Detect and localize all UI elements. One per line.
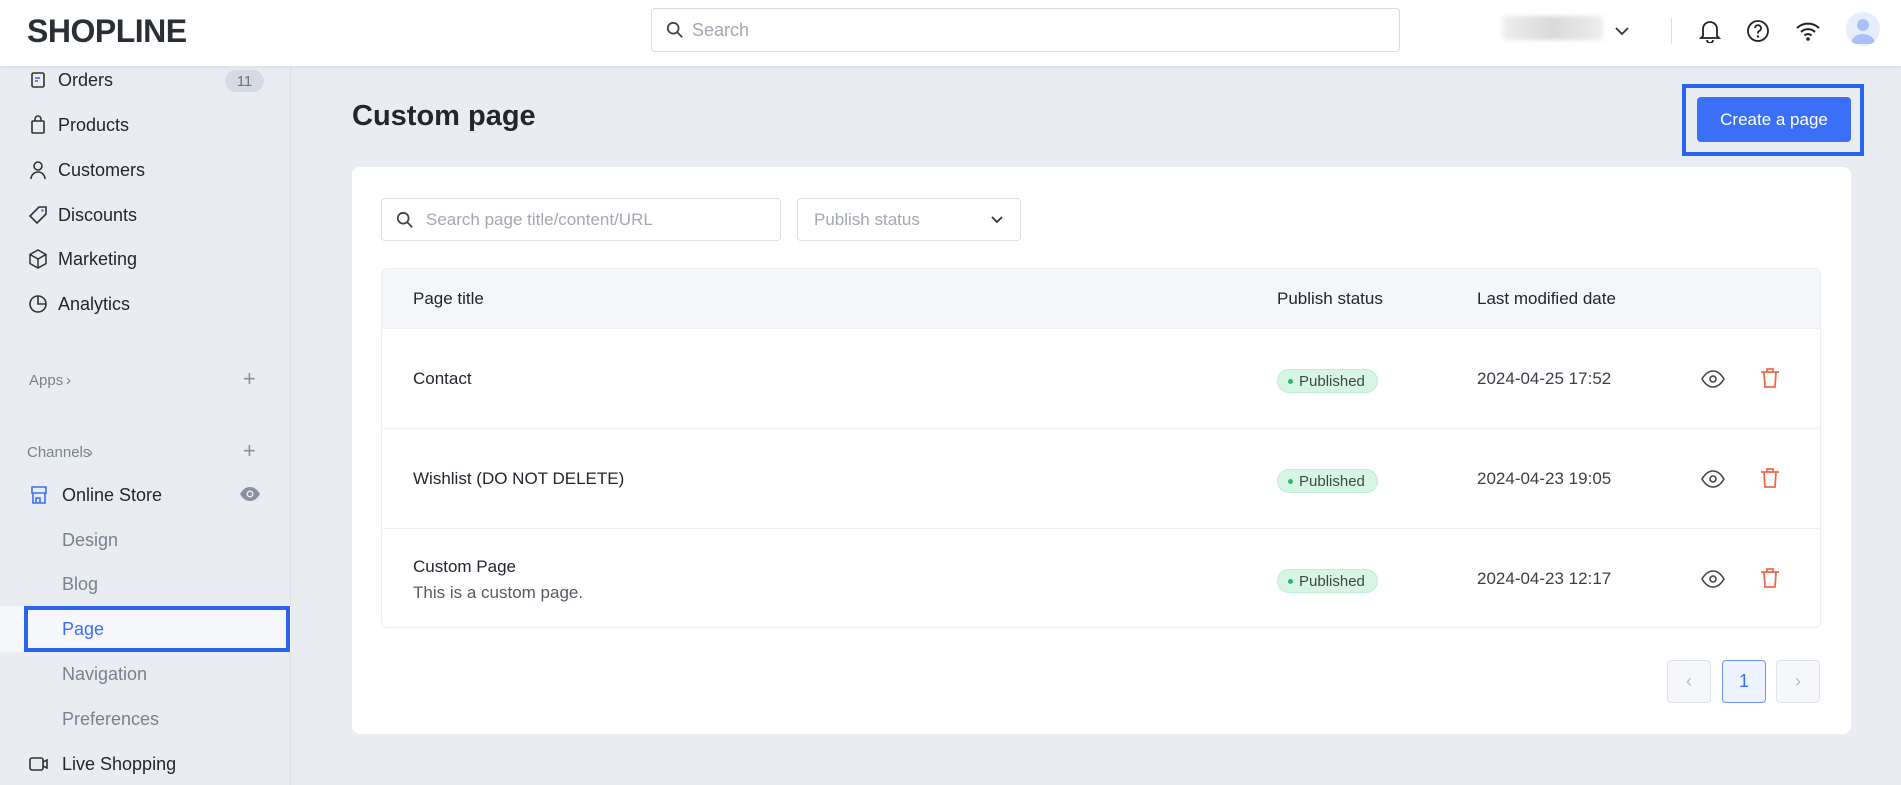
bell-icon[interactable]: [1696, 17, 1724, 45]
date-cell: 2024-04-25 17:52: [1477, 369, 1612, 388]
chevron-right-icon: ›: [66, 371, 71, 389]
publish-status-select[interactable]: Publish status: [797, 198, 1021, 241]
page-search-input[interactable]: Search page title/content/URL: [381, 198, 781, 241]
sidebar-item-products[interactable]: Products: [0, 107, 291, 143]
chevron-right-icon: ›: [88, 443, 93, 461]
video-camera-icon: [28, 753, 50, 775]
sidebar-subitem-navigation[interactable]: Navigation: [0, 656, 291, 692]
view-store-eye-icon[interactable]: [239, 486, 261, 507]
sidebar-item-customers[interactable]: Customers: [0, 152, 291, 188]
pie-chart-icon: [27, 293, 49, 315]
date-cell: 2024-04-23 12:17: [1477, 569, 1612, 588]
sidebar-subitem-design[interactable]: Design: [0, 522, 291, 558]
user-icon: [27, 159, 49, 181]
page-title: Custom page: [352, 100, 536, 132]
preview-eye-icon[interactable]: [1701, 470, 1725, 493]
user-avatar[interactable]: [1846, 12, 1880, 46]
orders-icon: [27, 69, 49, 91]
delete-trash-icon[interactable]: [1760, 367, 1780, 394]
preview-eye-icon[interactable]: [1701, 570, 1725, 593]
page-title-cell[interactable]: Custom Page: [413, 557, 516, 577]
top-header: SHOPLINE Search: [0, 0, 1901, 67]
shopline-logo[interactable]: SHOPLINE: [27, 13, 187, 50]
pagination-next-button[interactable]: ›: [1776, 660, 1820, 703]
delete-trash-icon[interactable]: [1760, 567, 1780, 594]
table-row[interactable]: Custom Page This is a custom page. Publi…: [382, 528, 1820, 627]
header-divider: [1671, 18, 1672, 44]
add-channel-button[interactable]: +: [243, 438, 256, 464]
pages-table: Page title Publish status Last modified …: [381, 268, 1821, 628]
wifi-icon[interactable]: [1794, 17, 1822, 45]
table-header: Page title Publish status Last modified …: [382, 269, 1820, 328]
add-app-button[interactable]: +: [243, 366, 256, 392]
tag-icon: [27, 204, 49, 226]
sidebar-item-analytics[interactable]: Analytics: [0, 286, 291, 322]
sidebar-subitem-blog[interactable]: Blog: [0, 566, 291, 602]
page-title-cell[interactable]: Wishlist (DO NOT DELETE): [413, 469, 624, 489]
help-icon[interactable]: [1744, 17, 1772, 45]
column-header-status: Publish status: [1277, 289, 1383, 308]
chevron-down-icon: [991, 216, 1003, 224]
orders-count-badge: 11: [225, 70, 264, 92]
shopping-bag-icon: [27, 114, 49, 136]
page-title-cell[interactable]: Contact: [413, 369, 472, 389]
highlight-box: [24, 606, 290, 652]
pagination-prev-button[interactable]: ‹: [1667, 660, 1711, 703]
column-header-date: Last modified date: [1477, 289, 1616, 308]
table-row[interactable]: Contact Published 2024-04-25 17:52: [382, 328, 1820, 428]
status-badge: Published: [1277, 569, 1378, 593]
store-icon: [28, 484, 50, 506]
cube-icon: [27, 248, 49, 270]
chevron-down-icon[interactable]: [1608, 17, 1636, 45]
sidebar-subitem-preferences[interactable]: Preferences: [0, 701, 291, 737]
status-badge: Published: [1277, 369, 1378, 393]
store-switcher[interactable]: [1503, 16, 1603, 40]
date-cell: 2024-04-23 19:05: [1477, 469, 1612, 488]
search-icon: [396, 211, 413, 228]
search-icon: [666, 21, 683, 38]
status-badge: Published: [1277, 469, 1378, 493]
sidebar-item-discounts[interactable]: Discounts: [0, 197, 291, 233]
table-row[interactable]: Wishlist (DO NOT DELETE) Published 2024-…: [382, 428, 1820, 528]
page-subtitle: This is a custom page.: [413, 583, 584, 602]
global-search-input[interactable]: Search: [651, 8, 1400, 52]
create-page-button[interactable]: Create a page: [1697, 97, 1851, 142]
sidebar-item-live-shopping[interactable]: Live Shopping: [0, 746, 291, 782]
pagination-page-1[interactable]: 1: [1722, 660, 1766, 703]
sidebar-item-marketing[interactable]: Marketing: [0, 241, 291, 277]
column-header-title: Page title: [413, 289, 484, 308]
preview-eye-icon[interactable]: [1701, 370, 1725, 393]
delete-trash-icon[interactable]: [1760, 467, 1780, 494]
